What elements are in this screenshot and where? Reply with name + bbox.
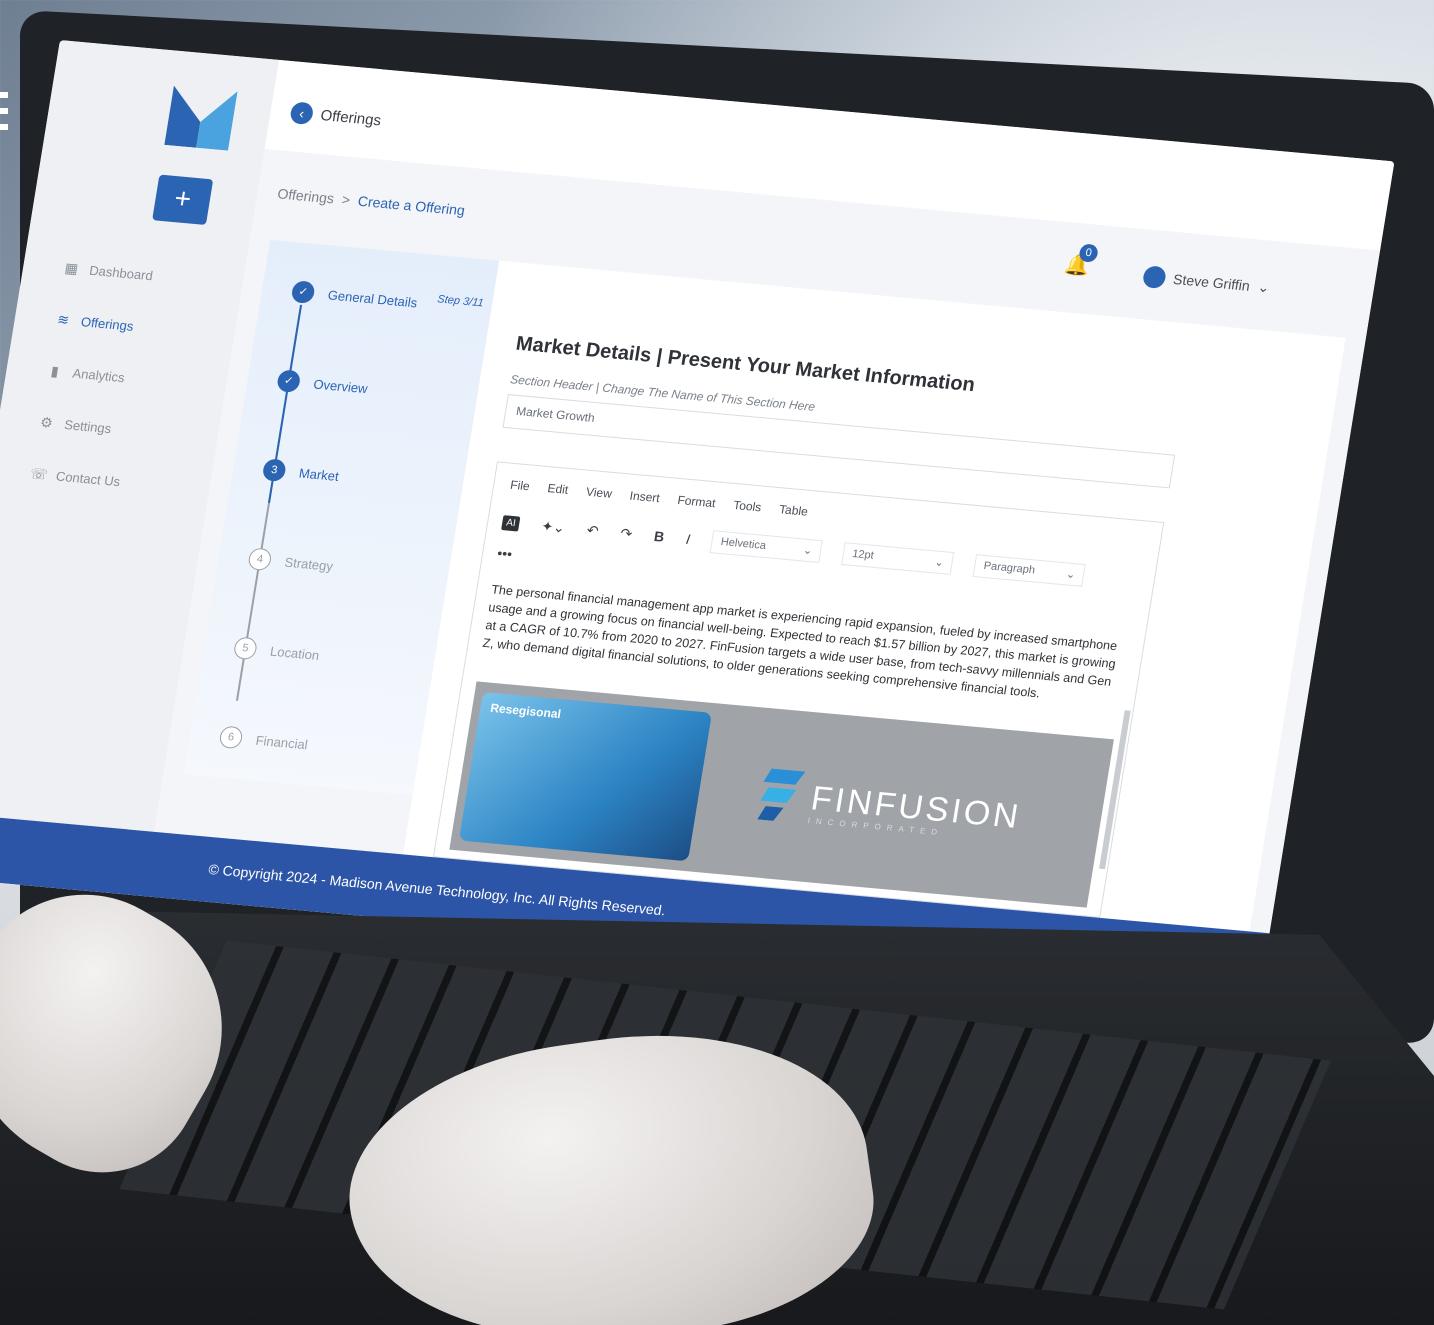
step-number: 5 [232,636,259,661]
step-number: 4 [247,547,273,572]
step-location[interactable]: 5 Location [232,636,321,665]
redo-icon[interactable]: ↷ [619,524,633,542]
gear-icon: ⚙ [39,413,55,431]
step-label: Financial [254,732,309,752]
menu-insert[interactable]: Insert [629,489,661,506]
phone-icon: ☏ [28,465,50,483]
back-button[interactable]: ‹ Offerings [289,101,383,131]
step-number: 6 [218,725,244,750]
undo-icon[interactable]: ↶ [586,521,600,539]
app-screen: + ▦ Dashboard ≋ Offerings ▮ Analytics ⚙ … [0,40,1395,998]
add-button[interactable]: + [152,174,214,225]
step-overview[interactable]: ✓ Overview [275,369,369,399]
brand-mark-icon [757,768,806,821]
step-label: Strategy [283,554,335,574]
step-general-details[interactable]: ✓ General Details [290,280,419,313]
layers-icon: ≋ [56,310,71,328]
editor-toolbar: AI ✦⌄ ↶ ↷ B I Helvetica ⌄ 12pt ⌄ Paragraph… [500,507,1142,595]
font-size-value: 12pt [851,547,875,562]
bar-chart-icon: ▮ [49,362,61,380]
font-family-select[interactable]: Helvetica ⌄ [710,529,824,563]
promo-tag: Resegisonal [489,700,563,722]
breadcrumb-separator: > [340,191,352,208]
block-format-select[interactable]: Paragraph ⌄ [972,553,1087,587]
step-label: Location [269,643,321,663]
step-count: Step 3/11 [436,293,485,310]
chevron-down-icon: ⌄ [1065,567,1077,581]
avatar [1141,265,1168,290]
chevron-left-icon: ‹ [289,101,315,126]
step-label: Market [297,465,340,484]
menu-file[interactable]: File [509,478,531,494]
menu-format[interactable]: Format [676,493,716,510]
font-size-select[interactable]: 12pt ⌄ [841,541,955,575]
font-family-value: Helvetica [719,535,767,552]
step-label: Overview [312,375,369,396]
menu-edit[interactable]: Edit [547,481,570,497]
check-icon: ✓ [275,369,302,394]
step-market[interactable]: 3 Market [261,458,341,487]
menu-icon [0,92,8,130]
app-logo [164,85,238,151]
finfusion-logo: FINFUSION INCORPORATED [757,768,1024,843]
page-title: Offerings [319,106,383,129]
menu-view[interactable]: View [585,485,613,501]
sidebar-item-label: Dashboard [88,262,155,283]
step-financial[interactable]: 6 Financial [218,725,309,755]
menu-tools[interactable]: Tools [732,498,762,514]
chevron-down-icon: ⌄ [802,544,814,557]
chevron-down-icon: ⌄ [933,555,945,569]
step-number: 3 [261,458,288,483]
grid-icon: ▦ [63,259,80,277]
sidebar-item-label: Offerings [79,313,135,334]
rich-text-editor[interactable]: File Edit View Insert Format Tools Table… [432,461,1165,918]
sidebar-item-label: Contact Us [54,468,122,489]
italic-button[interactable]: I [685,531,691,547]
sidebar-nav: ▦ Dashboard ≋ Offerings ▮ Analytics ⚙ Se… [26,242,237,515]
block-format-value: Paragraph [982,559,1036,576]
magic-wand-icon[interactable]: ✦⌄ [540,517,566,536]
form-card: Market Details | Present Your Market Inf… [403,260,1346,932]
bold-button[interactable]: B [653,528,666,545]
more-options-button[interactable]: ••• [496,545,513,562]
promo-graphic: Resegisonal [458,692,712,862]
menu-table[interactable]: Table [778,502,809,518]
sidebar-item-label: Analytics [71,365,126,385]
step-label: General Details [326,286,419,310]
step-strategy[interactable]: 4 Strategy [247,547,335,576]
check-icon: ✓ [290,280,316,304]
sidebar-item-label: Settings [63,416,113,436]
user-name: Steve Griffin [1172,270,1252,294]
ai-button[interactable]: AI [501,514,521,532]
